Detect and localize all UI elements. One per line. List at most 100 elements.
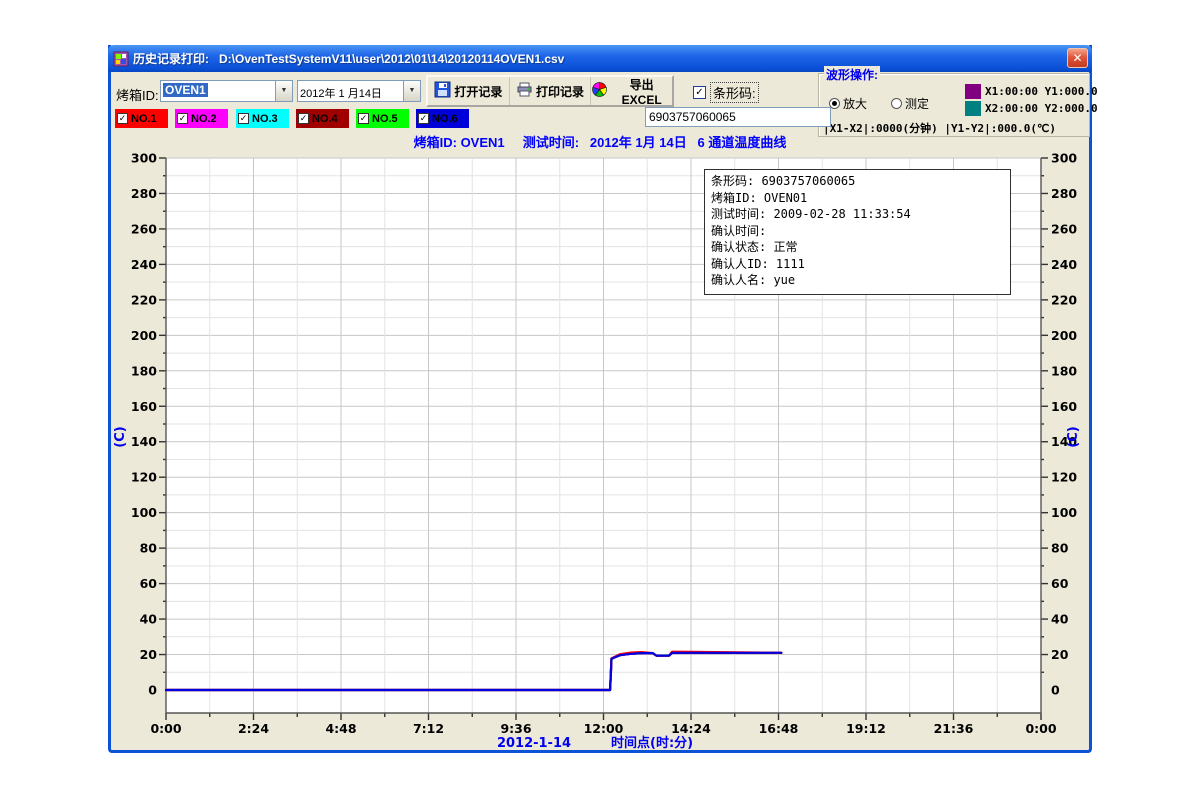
channel-label: NO.3 <box>252 113 278 125</box>
window-title: 历史记录打印: D:\OvenTestSystemV11\user\2012\0… <box>133 50 564 67</box>
y-axis-label-left: 220 <box>131 292 157 307</box>
wave-panel-title: 波形操作: <box>824 66 880 83</box>
y-axis-label-left: 240 <box>131 257 157 272</box>
y-axis-label-right: 20 <box>1051 647 1069 662</box>
y-axis-label-right: 180 <box>1051 363 1077 378</box>
wave-operation-panel: 波形操作: 放大 测定 X1:00:00 Y1:000.0 X2:00:00 Y… <box>818 73 1090 137</box>
export-excel-button[interactable]: 导出EXCEL <box>591 77 672 105</box>
y-axis-label-right: 280 <box>1051 186 1077 201</box>
y-axis-label-left: 120 <box>131 470 157 485</box>
channel-checkbox-no5[interactable]: ✓NO.5 <box>356 109 409 128</box>
x-axis-label: 12:00 <box>584 721 624 736</box>
date-dropdown-arrow-icon[interactable]: ▼ <box>403 81 420 101</box>
zoom-radio-label: 放大 <box>843 95 867 112</box>
y-axis-label-right: 120 <box>1051 470 1077 485</box>
channel-label: NO.5 <box>372 113 398 125</box>
pie-chart-icon <box>591 81 608 101</box>
x-axis-label: 19:12 <box>846 721 886 736</box>
channel-checkbox-no6[interactable]: ✓NO.6 <box>416 109 469 128</box>
oven-id-combobox[interactable]: OVEN1 ▼ <box>160 80 293 102</box>
x2-color-swatch <box>965 101 981 116</box>
y-axis-label-left: 20 <box>140 647 158 662</box>
close-button[interactable]: ✕ <box>1067 48 1088 68</box>
x-axis-label: 0:00 <box>1025 721 1056 736</box>
y-axis-label-left: 60 <box>140 576 158 591</box>
y-axis-label-left: 160 <box>131 399 157 414</box>
date-combobox[interactable]: 2012年 1 月14日 ▼ <box>297 80 421 102</box>
channel-checkbox-no4[interactable]: ✓NO.4 <box>296 109 349 128</box>
y-axis-label-right: 160 <box>1051 399 1077 414</box>
oven-id-label: 烤箱ID: <box>116 85 159 104</box>
info-box-line: 烤箱ID: OVEN01 <box>711 190 1004 207</box>
checkbox-icon: ✓ <box>238 113 249 124</box>
x2y2-readout: X2:00:00 Y2:000.0 <box>985 102 1098 115</box>
info-box-line: 确认人名: yue <box>711 272 1004 289</box>
title-bar[interactable]: 历史记录打印: D:\OvenTestSystemV11\user\2012\0… <box>108 45 1092 72</box>
info-box-line: 测试时间: 2009-02-28 11:33:54 <box>711 206 1004 223</box>
y-axis-label-right: 80 <box>1051 541 1069 556</box>
x-axis-label: 0:00 <box>150 721 181 736</box>
y-axis-label-left: 140 <box>131 434 157 449</box>
y-axis-label-right: 240 <box>1051 257 1077 272</box>
print-record-button[interactable]: 打印记录 <box>510 77 592 105</box>
app-window: 历史记录打印: D:\OvenTestSystemV11\user\2012\0… <box>108 45 1092 753</box>
info-box-line: 条形码: 6903757060065 <box>711 173 1004 190</box>
x1-color-swatch <box>965 84 981 99</box>
y-axis-label-left: 100 <box>131 505 157 520</box>
oven-dropdown-arrow-icon[interactable]: ▼ <box>275 81 292 101</box>
x-axis-label: 9:36 <box>500 721 531 736</box>
barcode-input[interactable] <box>645 107 831 127</box>
x-axis-label: 14:24 <box>671 721 711 736</box>
barcode-checkbox-icon: ✓ <box>693 86 706 99</box>
oven-id-value: OVEN1 <box>163 83 208 97</box>
date-value: 2012年 1 月14日 <box>298 81 403 101</box>
export-excel-label: 导出EXCEL <box>611 76 672 107</box>
x-axis-title: 时间点(时:分) <box>611 735 693 750</box>
open-record-button[interactable]: 打开记录 <box>428 77 510 105</box>
checkbox-icon: ✓ <box>117 113 128 124</box>
channel-label: NO.1 <box>131 113 157 125</box>
y-axis-label-left: 300 <box>131 151 157 166</box>
zoom-radio[interactable]: 放大 <box>829 95 867 112</box>
y-axis-label-right: 40 <box>1051 612 1069 627</box>
y-axis-label-right: 100 <box>1051 505 1077 520</box>
channel-checkbox-no2[interactable]: ✓NO.2 <box>175 109 228 128</box>
desktop: 历史记录打印: D:\OvenTestSystemV11\user\2012\0… <box>0 0 1200 800</box>
y-axis-title-left: (C) <box>113 426 128 447</box>
info-box-line: 确认状态: 正常 <box>711 239 1004 256</box>
x-axis-label: 16:48 <box>759 721 799 736</box>
y-axis-label-left: 180 <box>131 363 157 378</box>
barcode-checkbox-label: 条形码: <box>710 82 759 103</box>
y-axis-label-left: 80 <box>140 541 158 556</box>
y-axis-label-right: 220 <box>1051 292 1077 307</box>
y-axis-label-left: 0 <box>148 683 157 698</box>
checkbox-icon: ✓ <box>298 113 309 124</box>
y-axis-label-left: 40 <box>140 612 158 627</box>
floppy-disk-icon <box>434 81 451 101</box>
y-axis-label-right: 200 <box>1051 328 1077 343</box>
y-axis-label-right: 300 <box>1051 151 1077 166</box>
x-axis-label: 21:36 <box>934 721 974 736</box>
print-record-label: 打印记录 <box>536 83 584 100</box>
channel-checkbox-no1[interactable]: ✓NO.1 <box>115 109 168 128</box>
channel-label: NO.4 <box>312 113 338 125</box>
y-axis-title-right: (C) <box>1066 426 1081 447</box>
checkbox-icon: ✓ <box>177 113 188 124</box>
app-icon <box>113 51 129 67</box>
measure-radio-label: 测定 <box>905 95 929 112</box>
y-axis-label-right: 0 <box>1051 683 1060 698</box>
chart-date-label: 2012-1-14 <box>497 736 571 750</box>
channel-label: NO.6 <box>432 113 458 125</box>
info-box: 条形码: 6903757060065烤箱ID: OVEN01测试时间: 2009… <box>704 169 1011 295</box>
barcode-checkbox[interactable]: ✓ 条形码: <box>693 82 759 103</box>
y-axis-label-right: 260 <box>1051 221 1077 236</box>
info-box-line: 确认时间: <box>711 223 1004 240</box>
x-axis-label: 7:12 <box>413 721 444 736</box>
toolbar: 打开记录 打印记录 导出EXCEL <box>426 75 674 107</box>
channel-checkbox-no3[interactable]: ✓NO.3 <box>236 109 289 128</box>
y-axis-label-left: 200 <box>131 328 157 343</box>
info-box-line: 确认人ID: 1111 <box>711 256 1004 273</box>
measure-radio[interactable]: 测定 <box>891 95 929 112</box>
x-axis-label: 4:48 <box>325 721 356 736</box>
y-axis-label-left: 280 <box>131 186 157 201</box>
